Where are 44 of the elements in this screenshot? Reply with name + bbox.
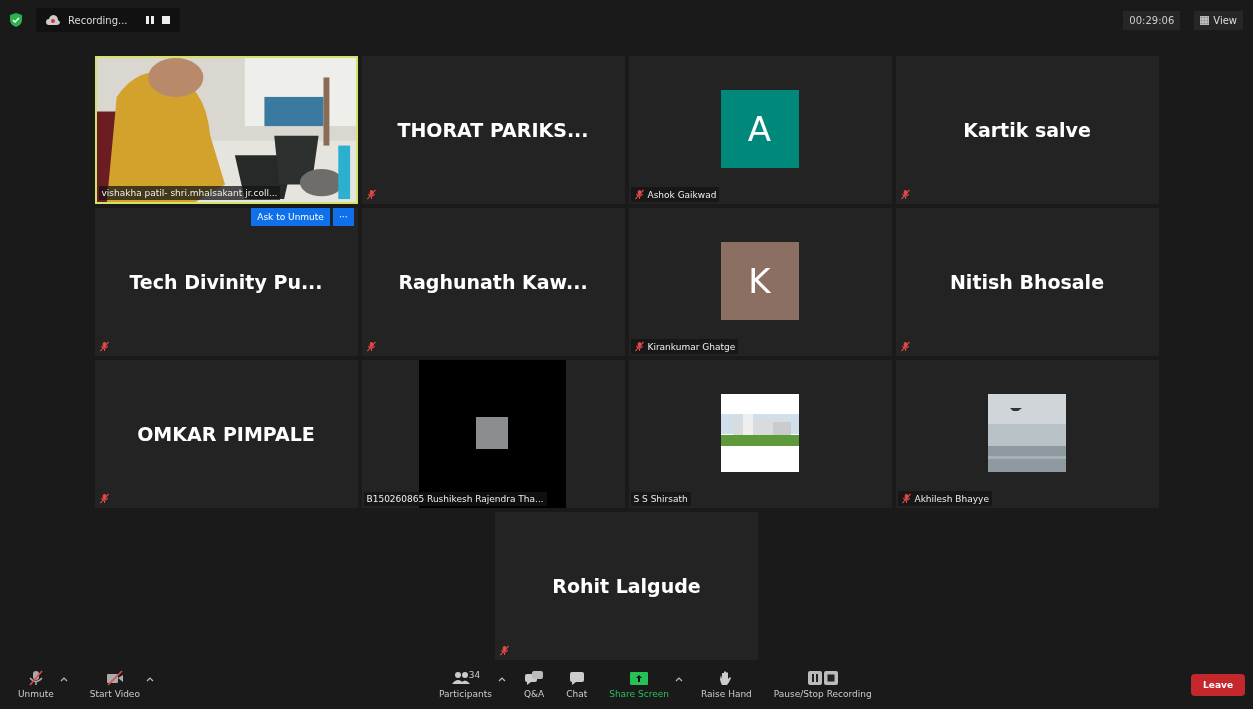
participant-name: Rohit Lalgude [552,575,701,597]
caret-icon[interactable] [674,676,683,682]
people-icon [450,670,471,686]
participant-name: vishakha patil- shri.mhalsakant jr.coll... [101,188,278,198]
speech-bubbles-icon [524,670,544,686]
pause-stop-icon [806,670,839,686]
shield-icon[interactable] [10,13,22,27]
video-off-icon [104,670,125,686]
avatar-letter: A [720,90,799,168]
participant-name: Akhilesh Bhayye [914,493,989,504]
recording-label: Recording... [68,14,128,26]
caret-icon[interactable] [497,676,506,682]
caret-icon[interactable] [145,676,154,682]
participant-name: OMKAR PIMPALE [137,423,315,445]
toolbar-button[interactable]: Raise Hand [696,670,756,699]
toolbar-button[interactable]: 34 Participants [435,670,496,699]
participant-name: Kirankumar Ghatge [647,341,736,352]
more-button[interactable]: ··· [332,208,354,226]
toolbar-button[interactable]: Share Screen [605,670,673,699]
toolbar-button[interactable]: Q&A [519,670,549,699]
participant-name: Kartik salve [963,119,1091,141]
share-screen-icon [629,670,650,686]
participant-name: Tech Divinity Pu... [129,271,323,293]
caret-icon[interactable] [59,676,68,682]
grid-icon [1200,15,1210,25]
cloud-icon [46,15,60,25]
ask-to-unmute-button[interactable]: Ask to Unmute [251,208,330,226]
participant-name: B150260865 Rushikesh Rajendra Tha... [366,494,544,504]
toolbar-button[interactable]: Unmute [14,670,58,699]
participant-name: THORAT PARIKS... [397,119,589,141]
meeting-timer: 00:29:06 [1123,10,1181,30]
avatar-letter: K [720,242,799,320]
participant-name: Ashok Gaikwad [647,189,717,200]
stop-icon[interactable] [161,16,170,24]
participant-name: Nitish Bhosale [949,271,1105,293]
participant-name: S S Shirsath [633,494,688,504]
participant-count: 34 [468,670,481,680]
leave-button[interactable]: Leave [1191,673,1245,696]
pause-icon[interactable] [145,16,154,24]
toolbar-button[interactable]: Chat [562,670,592,699]
toolbar-button[interactable]: Pause/Stop Recording [769,670,876,699]
participant-name: Raghunath Kaw... [398,271,588,293]
view-button[interactable]: View [1194,10,1243,30]
toolbar-button[interactable]: Start Video [85,670,144,699]
